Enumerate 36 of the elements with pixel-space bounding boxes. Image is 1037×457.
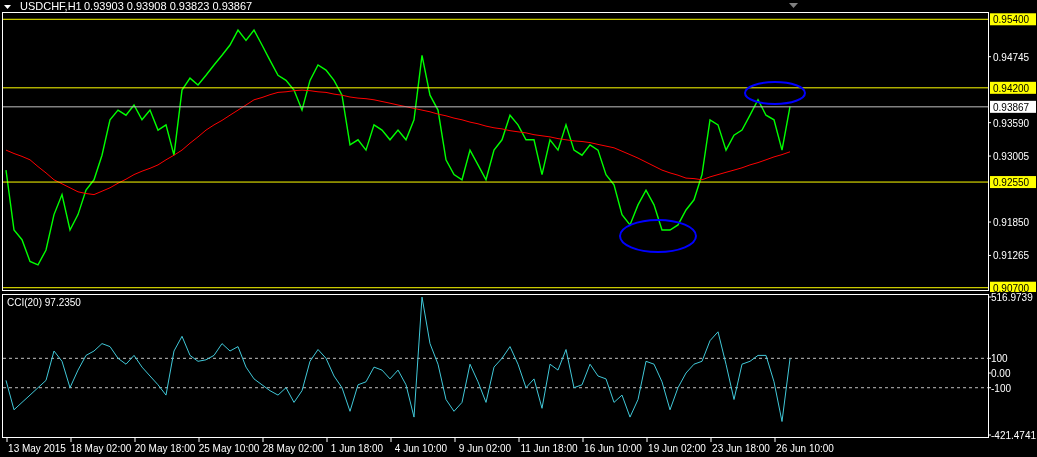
date-axis-label: 9 Jun 02:00 — [458, 443, 512, 454]
price-level-label: 0.95400 — [990, 13, 1036, 26]
date-axis-label: 19 Jun 02:00 — [648, 443, 706, 454]
date-axis-label: 20 May 18:00 — [134, 443, 196, 454]
indicator-axis-label: -100 — [991, 382, 1011, 394]
ref-line-label: 0.93867 — [993, 101, 1030, 113]
price-level-label: 0.92550 — [990, 176, 1036, 189]
price-level-label: 0.90700 — [990, 281, 1036, 292]
symbol-label: USDCHF,H1 — [20, 0, 82, 12]
ref-line-label: 0.94200 — [993, 82, 1030, 94]
date-axis-label: 25 May 10:00 — [198, 443, 260, 454]
indicator-label: CCI(20) 97.2350 — [7, 297, 81, 308]
price-axis-label: 0.94745 — [993, 51, 1030, 63]
date-axis-label: 18 May 02:00 — [70, 443, 132, 454]
price-axis-label: 0.93005 — [993, 151, 1030, 163]
price-axis-label: 0.91850 — [993, 217, 1030, 229]
date-axis-label: 1 Jun 18:00 — [330, 443, 384, 454]
ref-line-label: 0.92550 — [993, 177, 1030, 189]
indicator-axis-label: -421.4741 — [991, 430, 1037, 441]
price-axis-label: 0.93590 — [993, 117, 1030, 129]
date-axis-label: 13 May 2015 — [8, 443, 66, 454]
price-level-label: 0.94200 — [990, 81, 1036, 94]
price-axis-label: 0.91265 — [993, 250, 1030, 262]
date-axis-label: 23 Jun 18:00 — [712, 443, 770, 454]
date-axis-label: 16 Jun 10:00 — [584, 443, 642, 454]
date-axis-label: 28 May 02:00 — [262, 443, 324, 454]
ref-line-label: 0.95400 — [993, 14, 1030, 26]
indicator-axis-label: 100 — [991, 353, 1008, 365]
ref-line-label: 0.90700 — [993, 282, 1030, 294]
date-axis-label: 4 Jun 10:00 — [394, 443, 448, 454]
quote-values: 0.93903 0.93908 0.93823 0.93867 — [84, 0, 253, 12]
price-level-label: 0.93867 — [990, 100, 1036, 113]
date-axis-label: 26 Jun 10:00 — [776, 443, 834, 454]
indicator-axis-label: 516.9739 — [991, 292, 1033, 303]
indicator-axis-label: 0.00 — [991, 368, 1011, 379]
date-axis-label: 11 Jun 18:00 — [520, 443, 578, 454]
